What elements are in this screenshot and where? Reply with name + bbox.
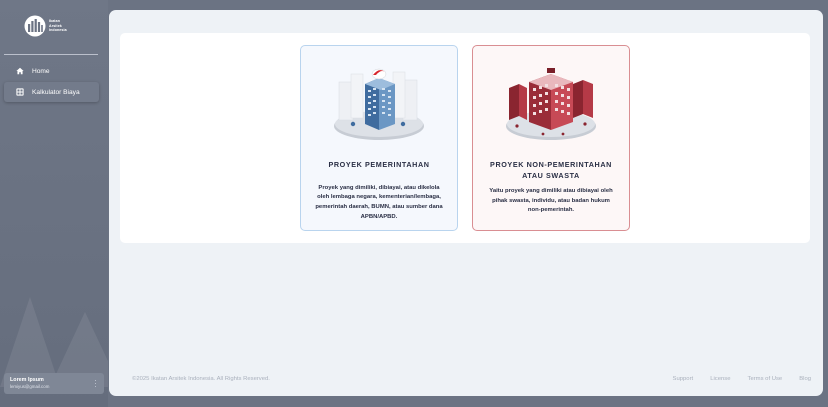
sidebar-item-label: Kalkulator Biaya xyxy=(32,88,80,96)
iai-building-logo-icon xyxy=(24,15,46,37)
option-proyek-non-pemerintahan[interactable]: PROYEK NON-PEMERINTAHAN ATAU SWASTA Yait… xyxy=(472,45,630,231)
footer-link-terms-of-use[interactable]: Terms of Use xyxy=(748,376,783,382)
option-description: Yaitu proyek yang dimiliki atau dibiayai… xyxy=(489,188,613,214)
home-icon xyxy=(16,67,24,75)
sidebar-item-label: Home xyxy=(32,67,50,75)
footer-links: Support License Terms of Use Blog xyxy=(673,376,811,382)
sidebar: Ikatan Arsitek Indonesia Home Kalkulator… xyxy=(0,0,108,407)
project-type-card: PROYEK PEMERINTAHAN Proyek yang dimiliki… xyxy=(120,33,810,243)
user-email: lemiyus@gmail.com xyxy=(10,384,50,389)
user-name: Lorem Ipsum xyxy=(10,377,44,383)
government-building-illustration xyxy=(334,68,424,140)
option-description: Proyek yang dimiliki, dibiayai, atau dik… xyxy=(315,184,443,220)
main-content: PROYEK PEMERINTAHAN Proyek yang dimiliki… xyxy=(109,10,823,396)
brand-name: Ikatan Arsitek Indonesia xyxy=(49,19,67,33)
option-proyek-pemerintahan[interactable]: PROYEK PEMERINTAHAN Proyek yang dimiliki… xyxy=(300,45,458,231)
sidebar-item-home[interactable]: Home xyxy=(4,61,99,81)
footer-copyright: ©2025 Ikatan Arsitek Indonesia. All Righ… xyxy=(132,376,270,382)
footer-link-support[interactable]: Support xyxy=(673,376,694,382)
more-vertical-icon[interactable] xyxy=(95,380,97,387)
footer-link-blog[interactable]: Blog xyxy=(799,376,811,382)
brand-logo[interactable]: Ikatan Arsitek Indonesia xyxy=(24,15,67,37)
brand-line-3: Indonesia xyxy=(49,28,67,33)
footer-link-license[interactable]: License xyxy=(710,376,730,382)
grid-calculator-icon xyxy=(16,88,24,96)
sidebar-item-kalkulator-biaya[interactable]: Kalkulator Biaya xyxy=(4,82,99,102)
sidebar-divider xyxy=(4,54,98,55)
option-title: PROYEK PEMERINTAHAN xyxy=(328,160,430,169)
option-title: PROYEK NON-PEMERINTAHAN ATAU SWASTA xyxy=(490,160,612,180)
user-profile-card[interactable]: Lorem Ipsum lemiyus@gmail.com xyxy=(4,373,104,394)
private-building-illustration xyxy=(506,68,596,140)
